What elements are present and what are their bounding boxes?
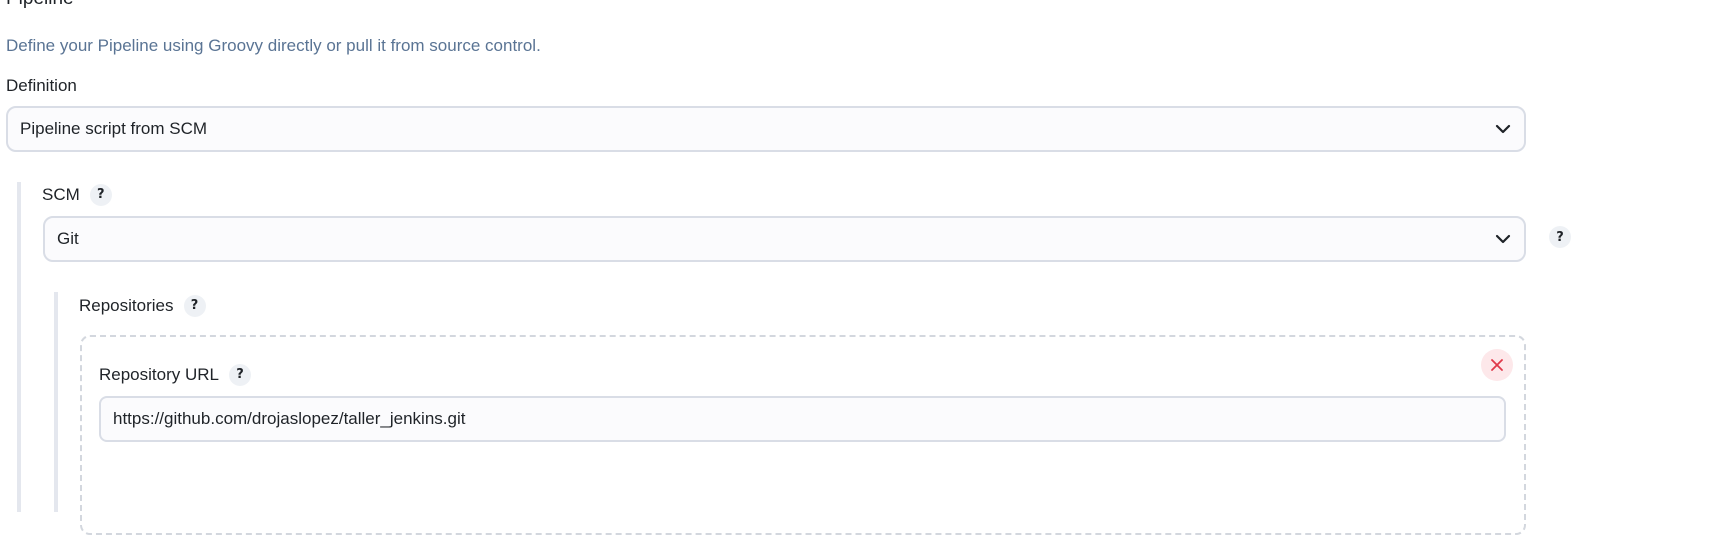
delete-repository-button[interactable] [1481,349,1513,381]
repository-url-input[interactable]: https://github.com/drojaslopez/taller_je… [99,396,1506,442]
chevron-down-icon [1495,234,1511,244]
scm-selected-value: Git [57,229,79,248]
definition-select[interactable]: Pipeline script from SCM [6,106,1526,152]
scm-help-button[interactable]: ? [89,184,112,206]
scm-section-indent-bar [17,182,21,512]
repository-url-value: https://github.com/drojaslopez/taller_je… [113,409,466,428]
section-title: Pipeline [6,0,74,10]
repositories-label-text: Repositories [79,296,174,315]
definition-selected-value: Pipeline script from SCM [20,119,208,138]
scm-select[interactable]: Git [43,216,1526,262]
chevron-down-icon [1495,124,1511,134]
definition-label-text: Definition [6,76,77,95]
repositories-section-indent-bar [54,292,58,512]
scm-label-text: SCM [42,185,80,204]
repository-url-label: Repository URL ? [99,364,251,386]
repositories-label: Repositories ? [79,295,206,317]
scm-side-help-button[interactable]: ? [1549,226,1571,248]
definition-label: Definition [6,76,77,96]
repositories-help-button[interactable]: ? [183,295,206,317]
repository-url-label-text: Repository URL [99,365,219,384]
close-icon [1491,359,1503,371]
scm-label: SCM ? [42,184,112,206]
repository-url-help-button[interactable]: ? [229,364,251,386]
section-description: Define your Pipeline using Groovy direct… [6,36,541,55]
